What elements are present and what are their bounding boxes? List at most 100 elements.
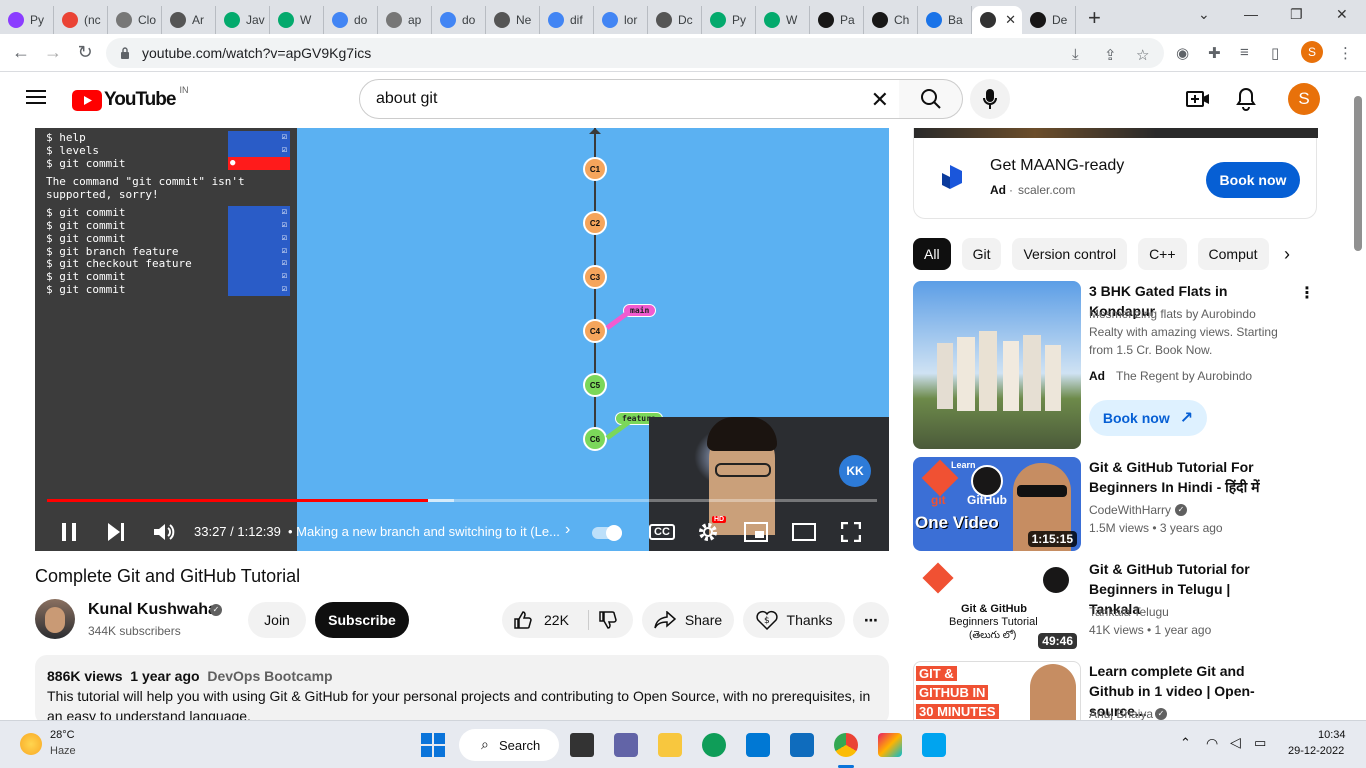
share-page-icon[interactable]: ⇪ bbox=[1104, 46, 1117, 64]
paint-app-icon[interactable] bbox=[878, 733, 902, 757]
profile-avatar[interactable]: S bbox=[1301, 41, 1323, 63]
browser-tab[interactable]: (nc bbox=[54, 6, 108, 34]
clock-date[interactable]: 29-12-2022 bbox=[1288, 745, 1344, 757]
create-video-icon[interactable] bbox=[1186, 89, 1210, 109]
rec-channel[interactable]: Tankala Telugu bbox=[1089, 605, 1169, 619]
rec-ad-flats[interactable]: 3 BHK Gated Flats in Kondapur ⋮ Mesmeriz… bbox=[913, 281, 1343, 449]
filter-chip[interactable]: Version control bbox=[1012, 238, 1128, 270]
browser-tab[interactable]: ✕ bbox=[972, 6, 1022, 34]
rec-video-codewithharry[interactable]: Learn git GitHub One Video 1:15:15 Git &… bbox=[913, 457, 1343, 551]
back-icon[interactable]: ← bbox=[6, 42, 36, 63]
rec-channel[interactable]: Anuj Bhaiya bbox=[1089, 707, 1153, 720]
settings-gear-icon[interactable] bbox=[697, 521, 719, 543]
browser-tab[interactable]: lor bbox=[594, 6, 648, 34]
chapter-chevron-icon[interactable]: › bbox=[565, 521, 570, 539]
channel-avatar[interactable] bbox=[35, 599, 75, 639]
rec-menu-icon[interactable]: ⋮ bbox=[1299, 283, 1315, 303]
fullscreen-icon[interactable] bbox=[841, 522, 861, 542]
hidden-icons-chevron[interactable]: ⌃ bbox=[1180, 735, 1191, 751]
browser-tab[interactable]: Pa bbox=[810, 6, 864, 34]
volume-icon[interactable] bbox=[153, 522, 175, 542]
forward-icon[interactable]: → bbox=[38, 42, 68, 63]
more-actions-button[interactable]: ⋯ bbox=[853, 602, 889, 638]
browser-tab[interactable]: do bbox=[432, 6, 486, 34]
pause-icon[interactable] bbox=[61, 523, 77, 541]
thumbs-down-icon[interactable] bbox=[598, 610, 618, 630]
file-explorer-icon[interactable] bbox=[658, 733, 682, 757]
close-tab-icon[interactable]: ✕ bbox=[1005, 12, 1016, 28]
weather-condition[interactable]: Haze bbox=[50, 745, 76, 757]
rec-title[interactable]: Git & GitHub Tutorial For Beginners In H… bbox=[1089, 457, 1279, 497]
notepad-icon[interactable] bbox=[922, 733, 946, 757]
extensions-icon[interactable]: ✚ bbox=[1208, 44, 1221, 62]
browser-tab[interactable]: W bbox=[270, 6, 324, 34]
next-video-icon[interactable] bbox=[107, 523, 125, 541]
rec-thumbnail[interactable]: Git & GitHub Beginners Tutorial (తెలుగు … bbox=[913, 559, 1081, 653]
wifi-icon[interactable]: ◠ bbox=[1206, 735, 1218, 752]
join-button[interactable]: Join bbox=[248, 602, 306, 638]
grammarly-icon[interactable]: ◉ bbox=[1176, 44, 1189, 62]
new-tab-button[interactable]: + bbox=[1088, 5, 1101, 31]
chrome-menu-icon[interactable]: ⋮ bbox=[1338, 44, 1353, 62]
chips-next-icon[interactable]: › bbox=[1284, 244, 1290, 265]
channel-name[interactable]: Kunal Kushwaha bbox=[88, 601, 217, 619]
browser-tab[interactable]: Py bbox=[702, 6, 756, 34]
autoplay-toggle[interactable] bbox=[592, 525, 622, 541]
browser-tab[interactable]: Jav bbox=[216, 6, 270, 34]
reload-icon[interactable]: ↻ bbox=[70, 42, 100, 63]
account-avatar[interactable]: S bbox=[1288, 83, 1320, 115]
windows-start-icon[interactable] bbox=[421, 733, 445, 757]
filter-chip[interactable]: C++ bbox=[1138, 238, 1187, 270]
chapter-title[interactable]: • Making a new branch and switching to i… bbox=[288, 524, 560, 539]
ad-book-now-button[interactable]: Book now bbox=[1206, 162, 1300, 198]
browser-tab[interactable]: Ch bbox=[864, 6, 918, 34]
maximize-icon[interactable]: ❐ bbox=[1290, 6, 1303, 23]
scaler-ad-card[interactable]: Get MAANG-ready Ad · scaler.com Book now bbox=[913, 128, 1318, 219]
rec-channel[interactable]: CodeWithHarry bbox=[1089, 503, 1171, 517]
rec-thumbnail[interactable] bbox=[913, 281, 1081, 449]
like-button[interactable]: 22K bbox=[502, 602, 588, 638]
install-app-icon[interactable]: ⤓ bbox=[1072, 46, 1079, 63]
playlist-tag[interactable]: DevOps Bootcamp bbox=[207, 668, 332, 684]
rec-thumbnail[interactable]: Learn git GitHub One Video 1:15:15 bbox=[913, 457, 1081, 551]
side-panel-icon[interactable]: ▯ bbox=[1271, 44, 1279, 62]
search-button[interactable] bbox=[899, 79, 963, 119]
hamburger-menu-icon[interactable] bbox=[26, 90, 46, 92]
address-bar[interactable]: youtube.com/watch?v=apGV9Kg7ics ⤓ ⇪ ☆ bbox=[106, 38, 1164, 68]
filter-chip[interactable]: Git bbox=[961, 238, 1002, 270]
browser-tab[interactable]: Py bbox=[0, 6, 54, 34]
speaker-volume-icon[interactable]: ◁ bbox=[1230, 734, 1241, 751]
rec-thumbnail[interactable]: GIT & GITHUB IN 30 MINUTES bbox=[913, 661, 1081, 720]
rec-video-tankala[interactable]: Git & GitHub Beginners Tutorial (తెలుగు … bbox=[913, 559, 1343, 653]
youtube-logo[interactable]: YouTube IN bbox=[72, 85, 188, 111]
clear-search-icon[interactable]: ✕ bbox=[871, 87, 889, 113]
edge-icon[interactable] bbox=[702, 733, 726, 757]
description-box[interactable]: 886K views 1 year ago DevOps Bootcamp Th… bbox=[35, 655, 889, 725]
theater-mode-icon[interactable] bbox=[792, 523, 816, 541]
weather-temp[interactable]: 28°C bbox=[50, 729, 75, 741]
browser-tab[interactable]: De bbox=[1022, 6, 1076, 34]
teams-icon[interactable] bbox=[614, 733, 638, 757]
page-scrollbar[interactable] bbox=[1354, 96, 1362, 251]
browser-tab[interactable]: Clo bbox=[108, 6, 162, 34]
subscribe-button[interactable]: Subscribe bbox=[315, 602, 409, 638]
channel-watermark[interactable]: KK bbox=[839, 455, 871, 487]
browser-tab[interactable]: do bbox=[324, 6, 378, 34]
rec-book-now-button[interactable]: Book now ↗ bbox=[1089, 400, 1207, 436]
minimize-icon[interactable]: — bbox=[1244, 6, 1258, 22]
clock-time[interactable]: 10:34 bbox=[1318, 729, 1346, 741]
browser-tab[interactable]: ap bbox=[378, 6, 432, 34]
search-input[interactable]: about git ✕ bbox=[359, 79, 900, 119]
browser-tab[interactable]: W bbox=[756, 6, 810, 34]
browser-tab[interactable]: Ba bbox=[918, 6, 972, 34]
rec-video-anuj[interactable]: GIT & GITHUB IN 30 MINUTES Learn complet… bbox=[913, 661, 1343, 720]
battery-icon[interactable]: ▭ bbox=[1254, 735, 1266, 751]
store-icon[interactable] bbox=[746, 733, 770, 757]
mail-icon[interactable] bbox=[790, 733, 814, 757]
browser-tab[interactable]: Dc bbox=[648, 6, 702, 34]
notifications-bell-icon[interactable] bbox=[1236, 87, 1256, 111]
filter-chip[interactable]: All bbox=[913, 238, 951, 270]
close-window-icon[interactable]: ✕ bbox=[1336, 6, 1348, 23]
voice-search-button[interactable] bbox=[970, 79, 1010, 119]
captions-button[interactable]: CC bbox=[649, 524, 675, 540]
